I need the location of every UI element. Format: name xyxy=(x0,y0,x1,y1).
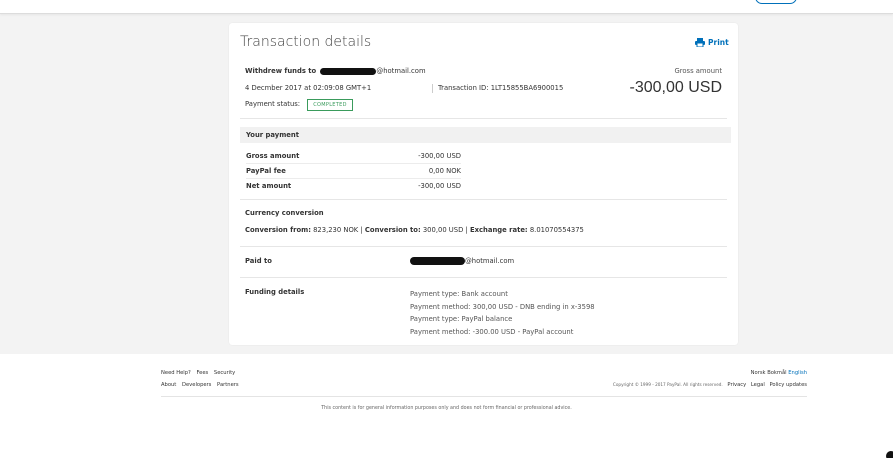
withdraw-line: Withdrew funds to @hotmail.com xyxy=(245,67,426,75)
row-divider xyxy=(246,178,461,179)
separator: | xyxy=(360,226,363,234)
footer-link-help[interactable]: Need Help? xyxy=(161,370,191,376)
footer-links-primary: Need Help? Fees Security xyxy=(161,370,239,376)
language-english[interactable]: English xyxy=(788,370,807,376)
gross-amount-row-label: Gross amount xyxy=(246,152,300,160)
separator: | xyxy=(465,226,468,234)
gross-amount-label: Gross amount xyxy=(674,67,722,75)
your-payment-title: Your payment xyxy=(246,131,299,139)
paid-to-email: @hotmail.com xyxy=(410,257,514,265)
footer-link-about[interactable]: About xyxy=(161,382,176,388)
currency-conversion-title: Currency conversion xyxy=(245,209,324,217)
funding-line: Payment method: -300.00 USD - PayPal acc… xyxy=(410,327,574,336)
payment-status-label: Payment status: xyxy=(245,100,301,108)
footer-links-secondary: About Developers Partners xyxy=(161,382,243,388)
printer-icon xyxy=(695,38,705,47)
footer-link-legal[interactable]: Legal xyxy=(751,382,765,388)
funding-line: Payment type: Bank account xyxy=(410,290,508,298)
divider xyxy=(240,199,727,200)
exchange-rate-label: Exchange rate: xyxy=(469,226,528,234)
language-current[interactable]: Norsk Bokmål xyxy=(751,370,787,376)
net-amount-label: Net amount xyxy=(246,182,292,190)
your-payment-header: Your payment xyxy=(240,127,731,143)
redacted-email xyxy=(410,257,465,265)
footer-link-security[interactable]: Security xyxy=(214,370,235,376)
divider xyxy=(240,277,727,278)
withdraw-email-suffix: @hotmail.com xyxy=(376,67,426,75)
footer-disclaimer: This content is for general information … xyxy=(321,406,572,411)
transaction-id: Transaction ID: 1LT15855BA6900015 xyxy=(438,84,564,92)
divider xyxy=(240,246,727,247)
exchange-rate-value: 8.01070554375 xyxy=(529,226,584,234)
paid-to-email-suffix: @hotmail.com xyxy=(465,257,515,265)
paid-to-label: Paid to xyxy=(245,257,272,265)
page-title: Transaction details xyxy=(240,34,372,50)
currency-conversion-line: Conversion from: 823,230 NOK | Conversio… xyxy=(245,226,584,234)
row-divider xyxy=(246,163,461,164)
transaction-date: 4 Decmber 2017 at 02:09:08 GMT+1 xyxy=(245,84,372,92)
footer-link-policy-updates[interactable]: Policy updates xyxy=(769,382,807,388)
funding-line: Payment method: 300,00 USD - DNB ending … xyxy=(410,302,595,311)
conversion-to-value: 300,00 USD xyxy=(422,226,464,234)
divider xyxy=(240,118,727,119)
separator xyxy=(432,84,433,93)
corner-mark xyxy=(886,451,893,458)
withdraw-label: Withdrew funds to xyxy=(245,67,317,75)
funding-details-list: Payment type: Bank account Payment metho… xyxy=(410,288,595,338)
net-amount-value: -300,00 USD xyxy=(418,182,461,190)
gross-amount-value: -300,00 USD xyxy=(629,79,723,96)
status-badge: COMPLETED xyxy=(307,99,353,111)
conversion-to-label: Conversion to: xyxy=(364,226,421,234)
paypal-fee-label: PayPal fee xyxy=(246,167,286,175)
footer-link-partners[interactable]: Partners xyxy=(217,382,239,388)
funding-line: Payment type: PayPal balance xyxy=(410,315,513,323)
gross-amount-row-value: -300,00 USD xyxy=(418,152,461,160)
footer-legal: Copyright © 1999 - 2017 PayPal. All righ… xyxy=(613,382,807,388)
footer: Need Help? Fees Security About Developer… xyxy=(0,354,893,458)
top-header xyxy=(0,0,893,14)
copyright: Copyright © 1999 - 2017 PayPal. All righ… xyxy=(612,382,723,387)
language-selector: Norsk Bokmål English xyxy=(751,370,807,376)
footer-link-developers[interactable]: Developers xyxy=(182,382,211,388)
print-label: Print xyxy=(708,38,729,47)
footer-link-privacy[interactable]: Privacy xyxy=(727,382,746,388)
conversion-from-label: Conversion from: xyxy=(245,226,311,234)
footer-link-fees[interactable]: Fees xyxy=(196,370,208,376)
redacted-email xyxy=(320,67,377,75)
funding-details-label: Funding details xyxy=(245,288,305,296)
conversion-from-value: 823,230 NOK xyxy=(313,226,359,234)
footer-divider xyxy=(161,396,807,397)
transaction-details-card: Transaction details Print Withdrew funds… xyxy=(229,23,738,345)
header-button[interactable] xyxy=(755,0,797,4)
print-button[interactable]: Print xyxy=(695,38,729,47)
payment-status-line: Payment status: COMPLETED xyxy=(245,99,353,111)
paypal-fee-value: 0,00 NOK xyxy=(428,167,461,175)
